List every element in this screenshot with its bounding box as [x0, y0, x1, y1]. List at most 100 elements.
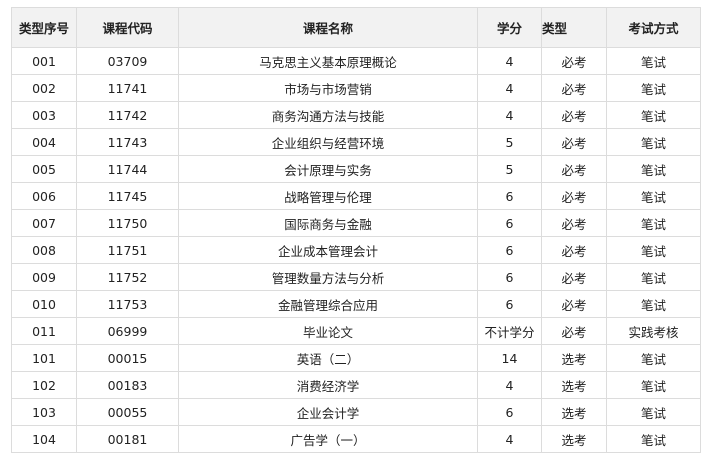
- table-row: 104 00181 广告学（一） 4 选考 笔试: [11, 425, 701, 453]
- cell-course-code: 00181: [76, 425, 179, 453]
- cell-type-number: 005: [11, 155, 77, 183]
- cell-type-number: 101: [11, 344, 77, 372]
- cell-credits: 5: [477, 128, 542, 156]
- cell-course-name: 广告学（一）: [178, 425, 478, 453]
- cell-type-number: 004: [11, 128, 77, 156]
- cell-type: 必考: [541, 236, 607, 264]
- cell-course-code: 11741: [76, 74, 179, 102]
- cell-exam-method: 笔试: [606, 290, 701, 318]
- table-row: 006 11745 战略管理与伦理 6 必考 笔试: [11, 182, 701, 210]
- cell-course-code: 11753: [76, 290, 179, 318]
- table-row: 001 03709 马克思主义基本原理概论 4 必考 笔试: [11, 47, 701, 75]
- cell-type-number: 009: [11, 263, 77, 291]
- cell-exam-method: 笔试: [606, 155, 701, 183]
- cell-type-number: 006: [11, 182, 77, 210]
- header-exam-method: 考试方式: [606, 7, 701, 48]
- cell-credits: 4: [477, 101, 542, 129]
- table-row: 002 11741 市场与市场营销 4 必考 笔试: [11, 74, 701, 102]
- cell-type: 必考: [541, 128, 607, 156]
- cell-course-name: 马克思主义基本原理概论: [178, 47, 478, 75]
- cell-course-name: 毕业论文: [178, 317, 478, 345]
- cell-course-code: 11750: [76, 209, 179, 237]
- table-row: 011 06999 毕业论文 不计学分 必考 实践考核: [11, 317, 701, 345]
- cell-type-number: 001: [11, 47, 77, 75]
- cell-course-name: 战略管理与伦理: [178, 182, 478, 210]
- cell-exam-method: 笔试: [606, 47, 701, 75]
- cell-type: 选考: [541, 398, 607, 426]
- cell-type: 必考: [541, 74, 607, 102]
- course-table-container: 类型序号 课程代码 课程名称 学分 类型 考试方式 001 03709 马克思主义基…: [11, 7, 701, 453]
- table-row: 010 11753 金融管理综合应用 6 必考 笔试: [11, 290, 701, 318]
- cell-type: 必考: [541, 263, 607, 291]
- cell-course-code: 11744: [76, 155, 179, 183]
- cell-exam-method: 实践考核: [606, 317, 701, 345]
- header-type: 类型: [541, 7, 607, 48]
- course-table: 类型序号 课程代码 课程名称 学分 类型 考试方式 001 03709 马克思主义基…: [11, 7, 701, 453]
- cell-type: 选考: [541, 371, 607, 399]
- table-row: 102 00183 消费经济学 4 选考 笔试: [11, 371, 701, 399]
- cell-type: 必考: [541, 290, 607, 318]
- cell-type-number: 010: [11, 290, 77, 318]
- cell-type-number: 103: [11, 398, 77, 426]
- table-row: 003 11742 商务沟通方法与技能 4 必考 笔试: [11, 101, 701, 129]
- table-row: 009 11752 管理数量方法与分析 6 必考 笔试: [11, 263, 701, 291]
- cell-type: 必考: [541, 182, 607, 210]
- cell-credits: 6: [477, 209, 542, 237]
- table-row: 007 11750 国际商务与金融 6 必考 笔试: [11, 209, 701, 237]
- cell-exam-method: 笔试: [606, 101, 701, 129]
- cell-exam-method: 笔试: [606, 182, 701, 210]
- cell-type: 必考: [541, 47, 607, 75]
- cell-course-name: 企业成本管理会计: [178, 236, 478, 264]
- cell-type: 必考: [541, 101, 607, 129]
- cell-course-code: 11752: [76, 263, 179, 291]
- cell-credits: 5: [477, 155, 542, 183]
- table-row: 004 11743 企业组织与经营环境 5 必考 笔试: [11, 128, 701, 156]
- cell-course-code: 11751: [76, 236, 179, 264]
- cell-type-number: 003: [11, 101, 77, 129]
- table-row: 005 11744 会计原理与实务 5 必考 笔试: [11, 155, 701, 183]
- cell-credits: 4: [477, 74, 542, 102]
- cell-credits: 4: [477, 371, 542, 399]
- cell-credits: 6: [477, 236, 542, 264]
- cell-credits: 6: [477, 182, 542, 210]
- table-header-row: 类型序号 课程代码 课程名称 学分 类型 考试方式: [11, 7, 701, 48]
- cell-type-number: 008: [11, 236, 77, 264]
- cell-course-name: 商务沟通方法与技能: [178, 101, 478, 129]
- cell-type-number: 002: [11, 74, 77, 102]
- table-row: 101 00015 英语（二） 14 选考 笔试: [11, 344, 701, 372]
- cell-course-name: 英语（二）: [178, 344, 478, 372]
- cell-exam-method: 笔试: [606, 263, 701, 291]
- cell-credits: 6: [477, 263, 542, 291]
- cell-course-code: 03709: [76, 47, 179, 75]
- cell-exam-method: 笔试: [606, 425, 701, 453]
- cell-course-code: 11743: [76, 128, 179, 156]
- cell-exam-method: 笔试: [606, 128, 701, 156]
- cell-exam-method: 笔试: [606, 236, 701, 264]
- cell-course-code: 00055: [76, 398, 179, 426]
- cell-course-name: 消费经济学: [178, 371, 478, 399]
- cell-credits: 14: [477, 344, 542, 372]
- header-course-code: 课程代码: [76, 7, 179, 48]
- cell-course-name: 企业组织与经营环境: [178, 128, 478, 156]
- cell-credits: 6: [477, 398, 542, 426]
- cell-credits: 不计学分: [477, 317, 542, 345]
- cell-course-name: 国际商务与金融: [178, 209, 478, 237]
- cell-course-name: 市场与市场营销: [178, 74, 478, 102]
- header-course-name: 课程名称: [178, 7, 478, 48]
- table-row: 008 11751 企业成本管理会计 6 必考 笔试: [11, 236, 701, 264]
- cell-credits: 6: [477, 290, 542, 318]
- cell-course-name: 金融管理综合应用: [178, 290, 478, 318]
- cell-exam-method: 笔试: [606, 209, 701, 237]
- header-type-number: 类型序号: [11, 7, 77, 48]
- cell-course-name: 企业会计学: [178, 398, 478, 426]
- cell-course-code: 11745: [76, 182, 179, 210]
- cell-course-name: 会计原理与实务: [178, 155, 478, 183]
- cell-exam-method: 笔试: [606, 344, 701, 372]
- table-row: 103 00055 企业会计学 6 选考 笔试: [11, 398, 701, 426]
- cell-exam-method: 笔试: [606, 398, 701, 426]
- header-credits: 学分: [477, 7, 542, 48]
- cell-exam-method: 笔试: [606, 74, 701, 102]
- cell-type: 必考: [541, 155, 607, 183]
- cell-exam-method: 笔试: [606, 371, 701, 399]
- cell-course-code: 06999: [76, 317, 179, 345]
